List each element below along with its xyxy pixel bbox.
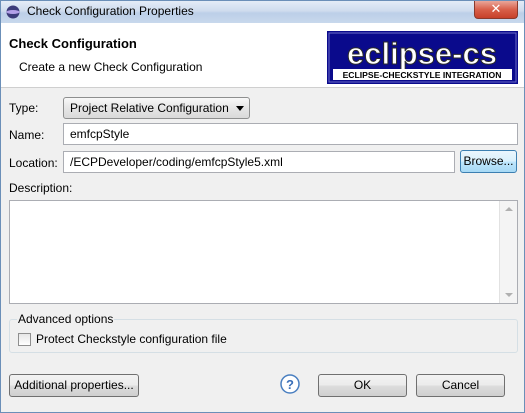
help-glyph: ?	[286, 377, 294, 392]
browse-button[interactable]: Browse...	[460, 150, 517, 173]
location-field-value: /ECPDeveloper/coding/emfcpStyle5.xml	[70, 155, 283, 169]
description-label: Description:	[9, 181, 73, 195]
scroll-down-icon[interactable]	[505, 293, 513, 297]
additional-properties-button[interactable]: Additional properties...	[9, 374, 139, 397]
window-title: Check Configuration Properties	[27, 4, 194, 18]
ok-button[interactable]: OK	[318, 374, 407, 397]
type-label: Type:	[9, 101, 39, 115]
type-dropdown[interactable]: Project Relative Configuration	[63, 97, 250, 119]
eclipse-cs-logo: eclipse-cs ECLIPSE-CHECKSTYLE INTEGRATIO…	[327, 31, 518, 84]
help-icon[interactable]: ?	[280, 374, 300, 394]
close-button[interactable]: ✕	[474, 1, 518, 19]
logo-tagline: ECLIPSE-CHECKSTYLE INTEGRATION	[343, 70, 502, 80]
name-field[interactable]: emfcpStyle	[63, 123, 518, 145]
page-title: Check Configuration	[9, 36, 137, 51]
cancel-button[interactable]: Cancel	[416, 374, 505, 397]
description-scrollbar[interactable]	[499, 201, 517, 303]
advanced-options-title: Advanced options	[17, 312, 115, 326]
dialog-window: Check Configuration Properties ✕ Check C…	[0, 0, 525, 413]
scroll-up-icon[interactable]	[505, 207, 513, 211]
logo-text: eclipse-cs	[347, 36, 497, 71]
type-dropdown-value: Project Relative Configuration	[70, 101, 229, 115]
title-bar[interactable]: Check Configuration Properties ✕	[1, 1, 524, 23]
close-icon: ✕	[490, 1, 502, 16]
location-label: Location:	[9, 156, 58, 170]
location-field[interactable]: /ECPDeveloper/coding/emfcpStyle5.xml	[63, 151, 455, 173]
name-field-value: emfcpStyle	[70, 127, 130, 141]
protect-config-checkbox[interactable]	[18, 333, 31, 346]
page-subtitle: Create a new Check Configuration	[19, 60, 203, 74]
description-textarea[interactable]	[9, 200, 518, 304]
name-label: Name:	[9, 128, 45, 142]
chevron-down-icon	[236, 106, 244, 111]
app-icon	[6, 5, 20, 19]
protect-config-label[interactable]: Protect Checkstyle configuration file	[36, 332, 227, 346]
header-banner: Check Configuration Create a new Check C…	[1, 23, 524, 88]
